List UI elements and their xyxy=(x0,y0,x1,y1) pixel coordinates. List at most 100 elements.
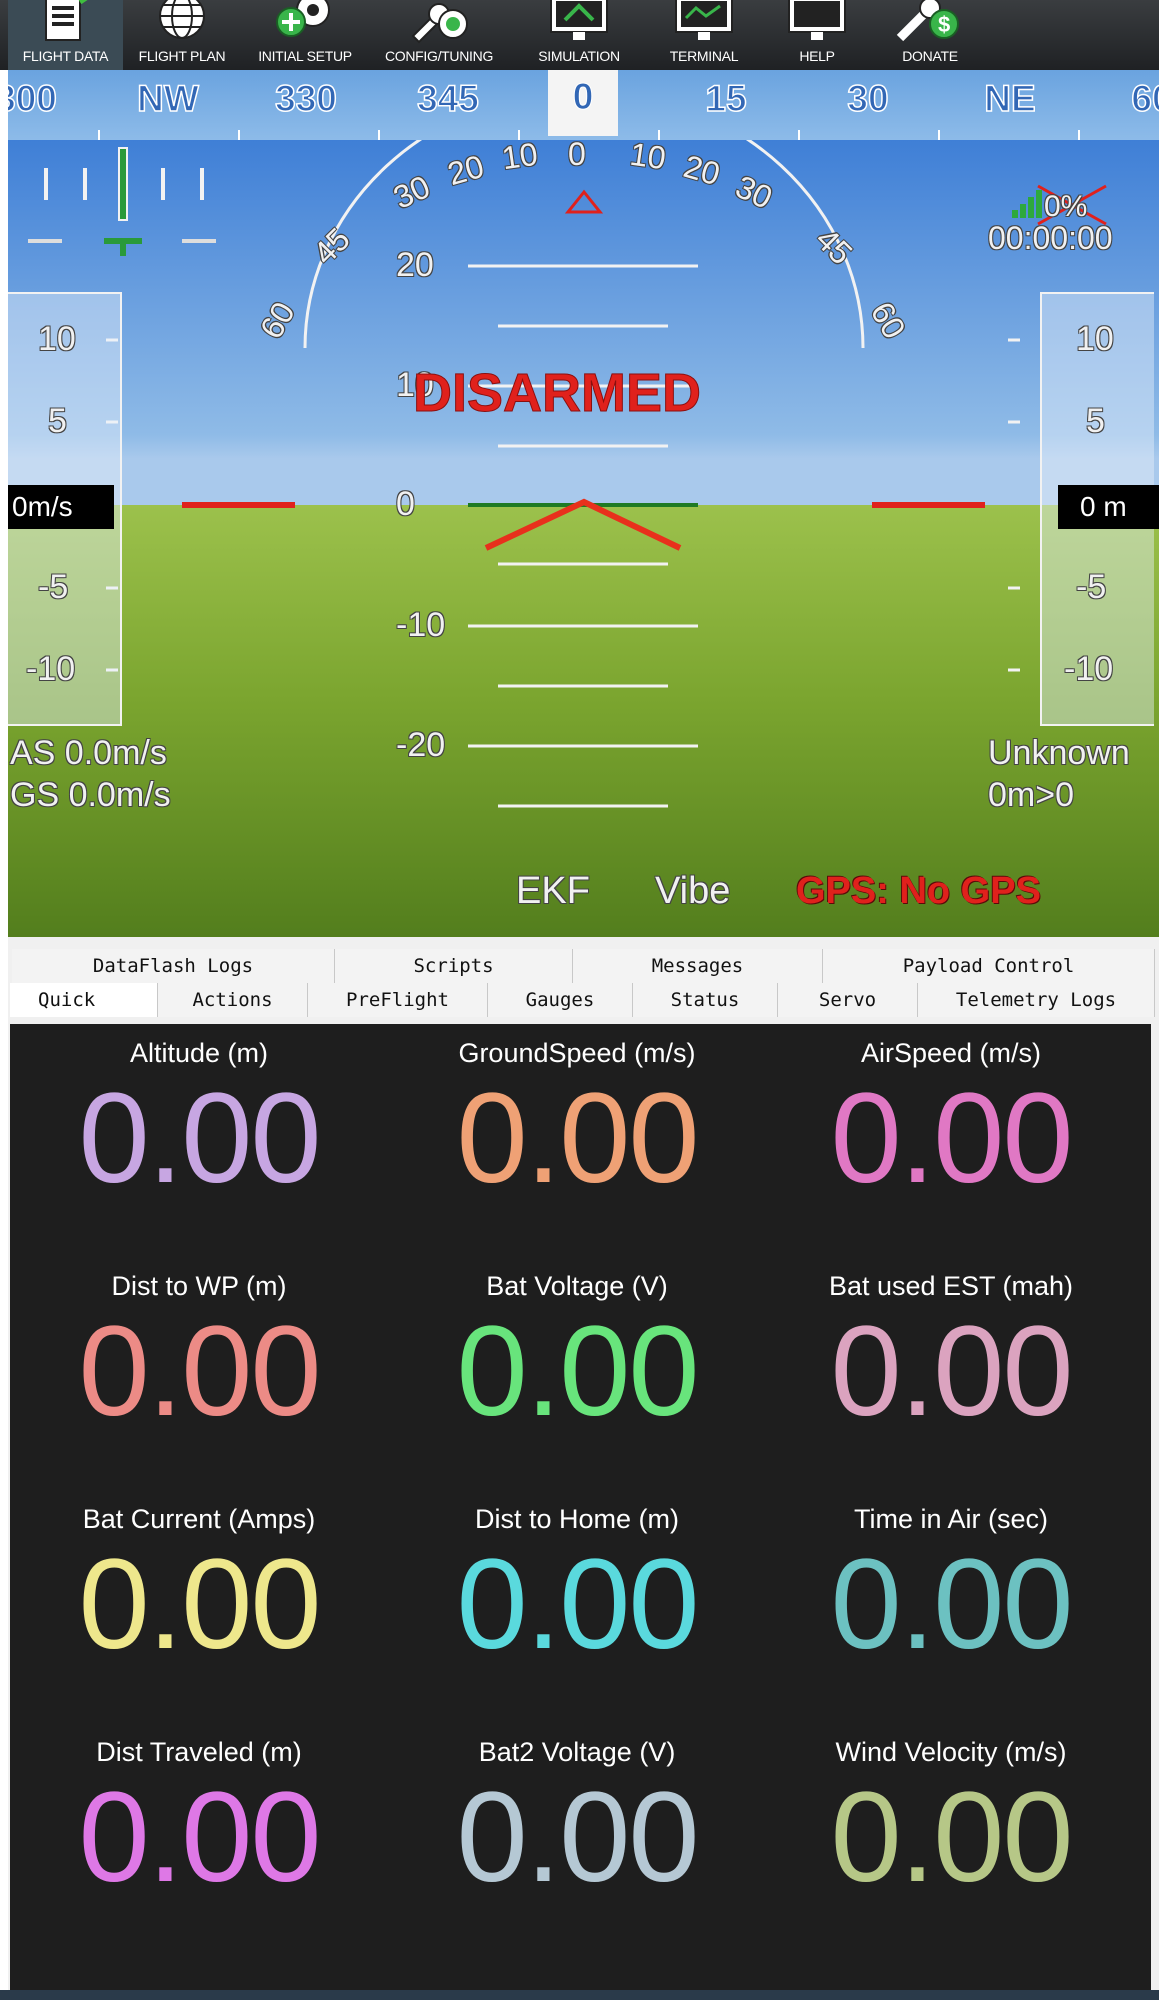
tab-dataflash-logs[interactable]: DataFlash Logs xyxy=(12,949,335,983)
speed-tick-label: -5 xyxy=(38,568,69,606)
quick-panel: Altitude (m) 0.00 GroundSpeed (m/s) 0.00… xyxy=(10,1024,1151,1990)
terminal-icon xyxy=(675,0,733,40)
pitch-label: 0 xyxy=(396,485,415,523)
tab-status[interactable]: Status xyxy=(633,983,778,1017)
speed-tick-label: 5 xyxy=(48,402,67,440)
quick-item-value: 0.00 xyxy=(78,1300,321,1443)
help-label: HELP xyxy=(799,48,835,64)
monitor-icon xyxy=(550,0,608,40)
quick-item-altitude[interactable]: Altitude (m) 0.00 xyxy=(14,1024,384,1254)
tab-actions[interactable]: Actions xyxy=(158,983,308,1017)
ekf-indicator[interactable]: EKF xyxy=(516,870,590,913)
config-tuning-button[interactable]: CONFIG/TUNING xyxy=(369,0,509,70)
heading-label: 345 xyxy=(416,77,479,120)
quick-item-value: 0.00 xyxy=(78,1067,321,1210)
tab-messages[interactable]: Messages xyxy=(573,949,823,983)
donate-icon: $ xyxy=(896,0,959,42)
altitude-pointer: 0 m xyxy=(1058,485,1159,529)
gps-status: GPS: No GPS xyxy=(796,870,1041,912)
vspeed-pointer-value: 0m/s xyxy=(12,491,73,522)
heading-current-value: 0 xyxy=(572,76,594,118)
quick-item-value: 0.00 xyxy=(78,1533,321,1676)
quick-item-dist-to-wp[interactable]: Dist to WP (m) 0.00 xyxy=(14,1257,384,1487)
quick-item-value: 0.00 xyxy=(830,1300,1073,1443)
pitch-label: -20 xyxy=(396,726,446,764)
tab-gauges[interactable]: Gauges xyxy=(488,983,633,1017)
quick-item-bat-voltage[interactable]: Bat Voltage (V) 0.00 xyxy=(392,1257,762,1487)
tab-servo[interactable]: Servo xyxy=(778,983,918,1017)
quick-item-bat2-voltage[interactable]: Bat2 Voltage (V) 0.00 xyxy=(392,1723,762,1953)
help-monitor-icon xyxy=(788,0,846,40)
pitch-label: -10 xyxy=(396,606,446,644)
donate-button[interactable]: $ DONATE xyxy=(875,0,985,70)
heading-current: 0 xyxy=(548,70,618,136)
flight-data-label: FLIGHT DATA xyxy=(22,48,109,64)
tab-preflight[interactable]: PreFlight xyxy=(308,983,488,1017)
quick-item-value: 0.00 xyxy=(456,1067,699,1210)
globe-icon xyxy=(159,0,205,39)
svg-text:$: $ xyxy=(938,12,950,37)
gear-plus-icon xyxy=(276,0,330,37)
flight-plan-button[interactable]: FLIGHT PLAN xyxy=(123,0,241,70)
simulation-label: SIMULATION xyxy=(538,48,620,64)
tab-telemetry-logs[interactable]: Telemetry Logs xyxy=(918,983,1155,1017)
main-toolbar: FLIGHT DATA FLIGHT PLAN INITIAL SETUP CO… xyxy=(0,0,1159,70)
heading-label: 300 xyxy=(8,77,58,120)
heading-label: 15 xyxy=(705,77,748,120)
hud-overlay xyxy=(28,140,1107,808)
quick-item-value: 0.00 xyxy=(830,1067,1073,1210)
quick-item-value: 0.00 xyxy=(830,1533,1073,1676)
roll-label: 0 xyxy=(568,140,586,172)
help-button[interactable]: HELP xyxy=(759,0,875,70)
quick-item-time-in-air[interactable]: Time in Air (sec) 0.00 xyxy=(766,1490,1136,1720)
terminal-label: TERMINAL xyxy=(669,48,739,64)
vibe-indicator[interactable]: Vibe xyxy=(655,870,730,913)
quick-item-value: 0.00 xyxy=(830,1766,1073,1909)
altitude-pointer-value: 0 m xyxy=(1080,491,1127,522)
donate-label: DONATE xyxy=(902,48,958,64)
simulation-button[interactable]: SIMULATION xyxy=(509,0,649,70)
heading-label: 330 xyxy=(274,77,337,120)
quick-item-dist-traveled[interactable]: Dist Traveled (m) 0.00 xyxy=(14,1723,384,1953)
altitude-tick-label: 5 xyxy=(1086,402,1105,440)
quick-item-bat-current[interactable]: Bat Current (Amps) 0.00 xyxy=(14,1490,384,1720)
quick-item-airspeed[interactable]: AirSpeed (m/s) 0.00 xyxy=(766,1024,1136,1254)
quick-item-bat-used[interactable]: Bat used EST (mah) 0.00 xyxy=(766,1257,1136,1487)
heading-tape: 300 NW 330 345 15 30 NE 60 0 xyxy=(8,70,1159,140)
groundspeed-readout: GS 0.0m/s xyxy=(10,776,171,814)
heading-label: 60 xyxy=(1131,77,1159,120)
flight-timer: 00:00:00 xyxy=(988,220,1113,256)
flight-data-button[interactable]: FLIGHT DATA xyxy=(8,0,123,70)
arm-status: DISARMED xyxy=(412,363,702,424)
quick-item-value: 0.00 xyxy=(456,1300,699,1443)
tab-quick[interactable]: Quick xyxy=(10,983,158,1017)
quick-item-dist-to-home[interactable]: Dist to Home (m) 0.00 xyxy=(392,1490,762,1720)
vspeed-pointer: 0m/s xyxy=(8,485,114,529)
battery-percent: 0% xyxy=(1044,190,1088,223)
altitude-tick-label: 10 xyxy=(1076,320,1114,358)
initial-setup-button[interactable]: INITIAL SETUP xyxy=(241,0,369,70)
flight-plan-label: FLIGHT PLAN xyxy=(138,48,226,64)
hud-display: 0 10 20 30 45 60 10 20 30 45 60 20 10 0 … xyxy=(8,140,1159,937)
quick-item-groundspeed[interactable]: GroundSpeed (m/s) 0.00 xyxy=(392,1024,762,1254)
tab-scripts[interactable]: Scripts xyxy=(335,949,573,983)
config-tuning-label: CONFIG/TUNING xyxy=(384,48,494,64)
terminal-button[interactable]: TERMINAL xyxy=(649,0,759,70)
heading-label: NE xyxy=(984,77,1037,120)
heading-label: 30 xyxy=(847,77,890,120)
roll-label: 10 xyxy=(627,140,668,177)
initial-setup-label: INITIAL SETUP xyxy=(258,48,352,64)
speed-tick-label: -10 xyxy=(26,650,76,688)
flight-data-icon xyxy=(44,0,88,41)
quick-item-value: 0.00 xyxy=(456,1533,699,1676)
quick-item-value: 0.00 xyxy=(456,1766,699,1909)
tab-payload-control[interactable]: Payload Control xyxy=(823,949,1155,983)
altitude-tick-label: -5 xyxy=(1076,568,1107,606)
waypoint-distance: 0m>0 xyxy=(988,776,1074,814)
heading-label: NW xyxy=(136,77,199,120)
flight-mode: Unknown xyxy=(988,734,1130,772)
speed-tick-label: 10 xyxy=(38,320,76,358)
altitude-tick-label: -10 xyxy=(1064,650,1114,688)
window-bottom-strip xyxy=(0,1990,1159,2000)
quick-item-wind-velocity[interactable]: Wind Velocity (m/s) 0.00 xyxy=(766,1723,1136,1953)
